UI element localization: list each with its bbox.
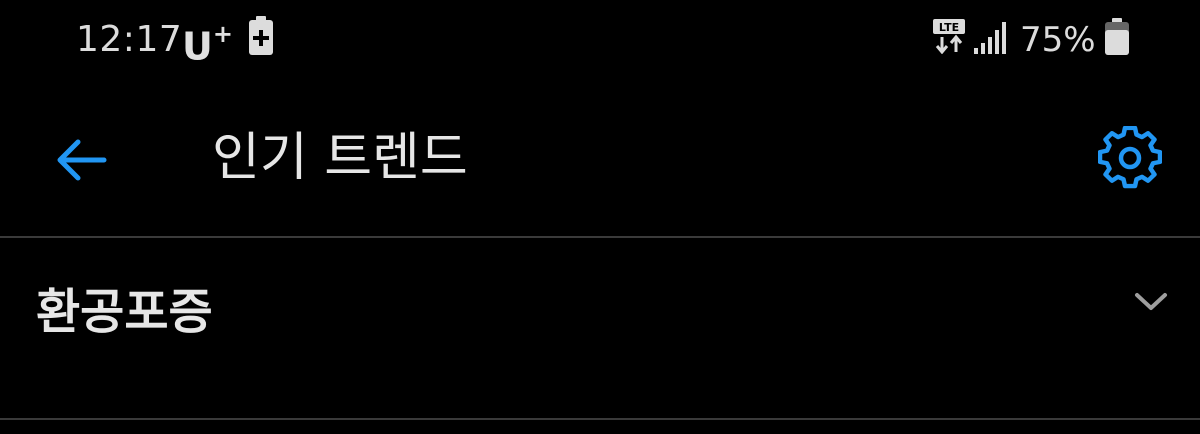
gear-icon xyxy=(1098,126,1162,189)
app-bar: 인기 트렌드 xyxy=(0,80,1200,236)
battery-icon xyxy=(1105,18,1129,55)
battery-charging-icon xyxy=(249,16,273,55)
carrier-name: U xyxy=(182,24,213,69)
back-button[interactable] xyxy=(40,118,124,202)
status-time: 12:17 xyxy=(76,19,183,60)
status-bar: 12:17 U+ LTE 75% xyxy=(0,0,1200,80)
trend-item-label: 환공포증 xyxy=(36,284,213,340)
battery-percent: 75% xyxy=(1020,20,1096,60)
divider xyxy=(0,418,1200,420)
signal-strength-icon xyxy=(974,22,1006,54)
list-item[interactable]: 환공포증 xyxy=(0,238,1200,418)
page-title: 인기 트렌드 xyxy=(212,128,468,188)
settings-button[interactable] xyxy=(1088,116,1172,200)
lte-data-icon: LTE xyxy=(933,19,965,54)
network-type-label: LTE xyxy=(939,21,959,34)
chevron-down-icon[interactable] xyxy=(1134,292,1168,312)
carrier-plus: + xyxy=(212,20,233,48)
back-arrow-icon xyxy=(57,139,107,181)
carrier-logo: U+ xyxy=(182,14,233,71)
